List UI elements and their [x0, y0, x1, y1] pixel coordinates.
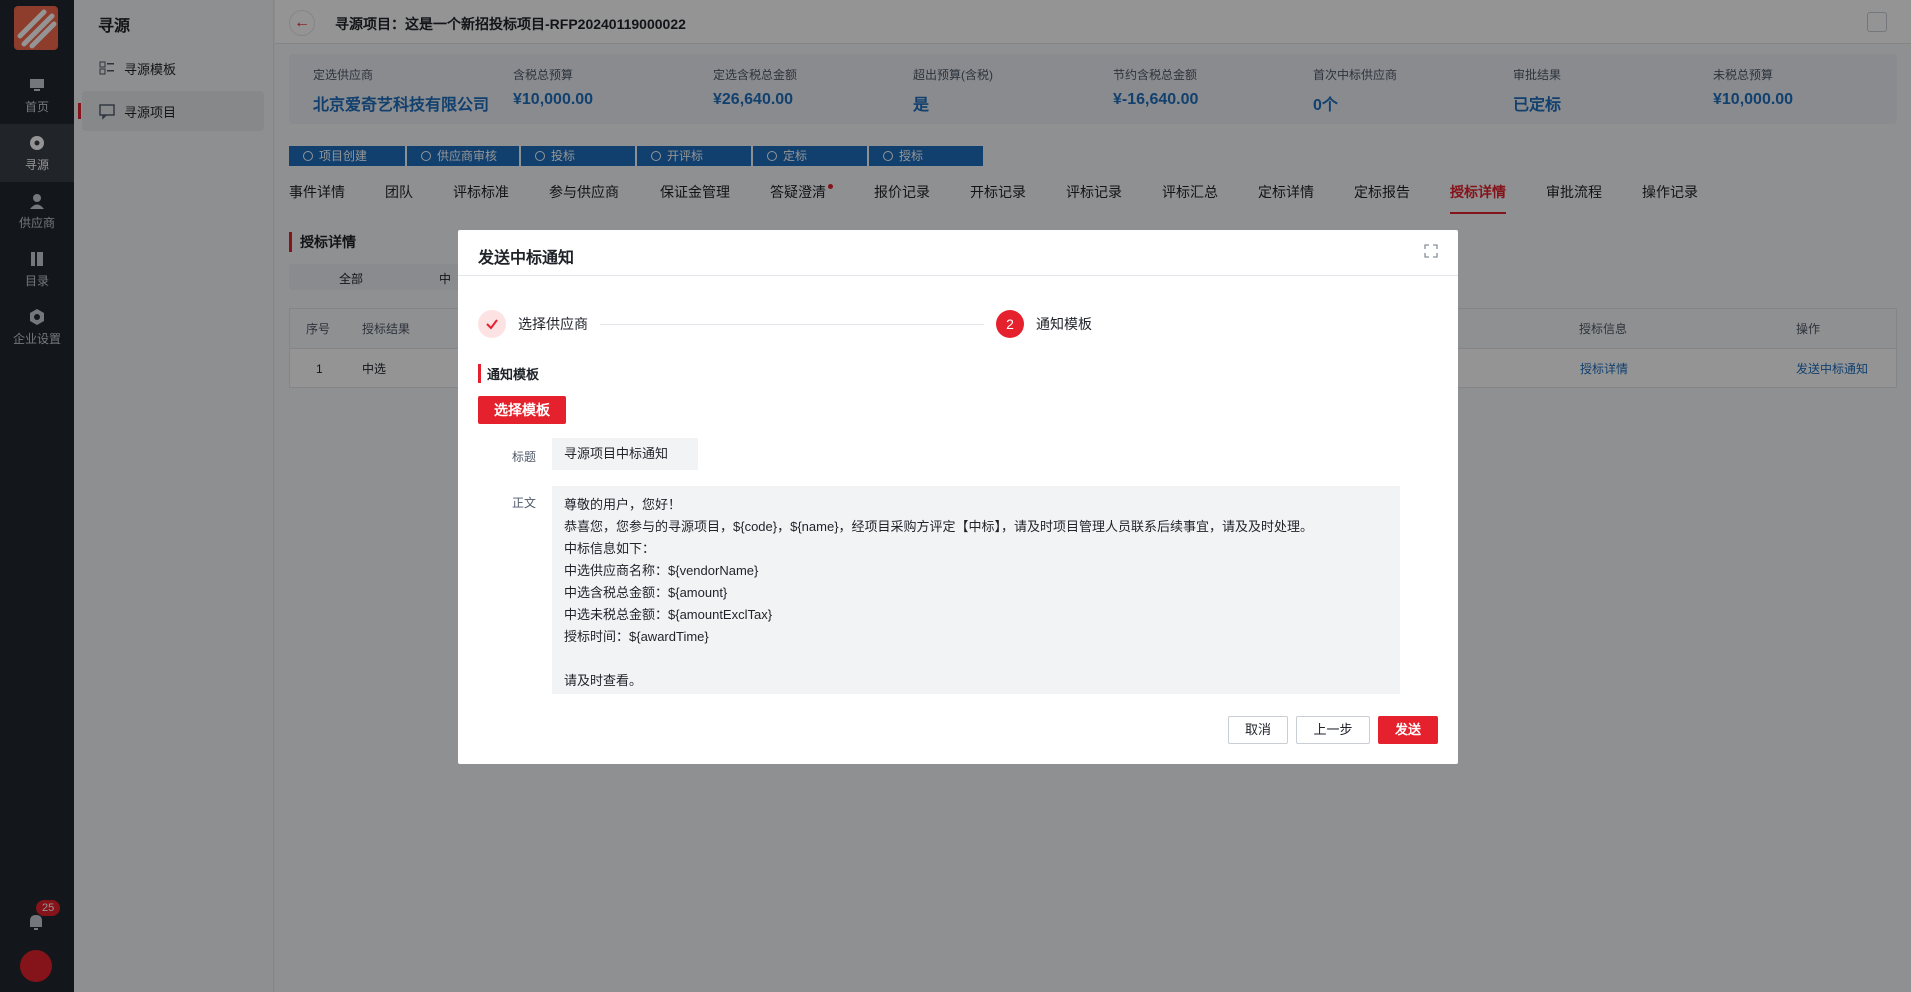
step-number: 2: [996, 310, 1024, 338]
wizard-step-template[interactable]: 2 通知模板: [996, 310, 1092, 338]
wizard-connector: [600, 324, 984, 325]
wizard-steps: 选择供应商 2 通知模板: [478, 310, 1438, 338]
dialog-header: 发送中标通知: [458, 230, 1458, 276]
notice-title-input[interactable]: 寻源项目中标通知: [552, 438, 698, 470]
check-icon: [486, 319, 498, 330]
send-award-notice-dialog: 发送中标通知 选择供应商 2 通知模板 通知模板 选择模板 标题 寻源项目中标通…: [458, 230, 1458, 764]
dialog-title: 发送中标通知: [478, 250, 575, 267]
previous-step-button[interactable]: 上一步: [1296, 716, 1370, 744]
wizard-step-label: 通知模板: [1036, 316, 1092, 332]
notice-body-textarea[interactable]: 尊敬的用户，您好！ 恭喜您，您参与的寻源项目，${code}，${name}，经…: [552, 486, 1400, 694]
fullscreen-icon[interactable]: [1424, 244, 1438, 258]
send-button[interactable]: 发送: [1378, 716, 1438, 744]
wizard-step-label: 选择供应商: [518, 316, 588, 332]
title-label: 标题: [512, 450, 537, 464]
body-label: 正文: [512, 496, 537, 510]
template-section-title: 通知模板: [478, 364, 539, 383]
select-template-button[interactable]: 选择模板: [478, 396, 566, 424]
wizard-step-select-supplier[interactable]: 选择供应商: [478, 310, 588, 338]
cancel-button[interactable]: 取消: [1228, 716, 1288, 744]
step-done-circle: [478, 310, 506, 338]
